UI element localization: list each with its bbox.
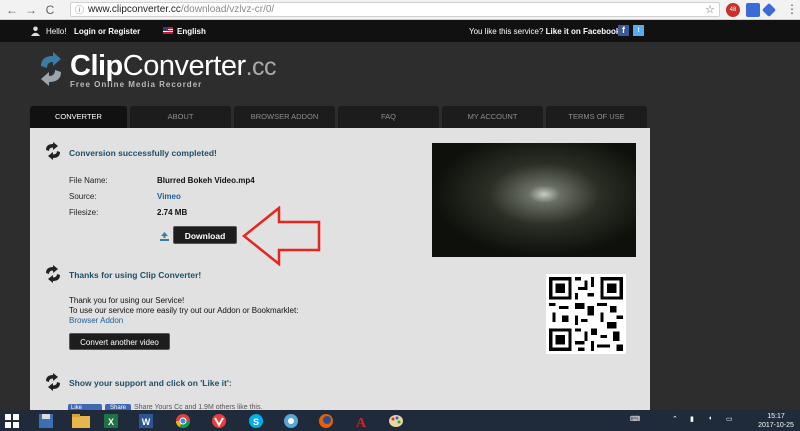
thanks-arrows-icon	[44, 265, 62, 283]
logo-tagline: Free Online Media Recorder	[70, 80, 202, 89]
firefox-icon[interactable]	[315, 411, 337, 431]
file-explorer-icon[interactable]	[70, 411, 92, 431]
user-icon	[31, 26, 40, 36]
svg-text:W: W	[142, 417, 151, 427]
file-name-label: File Name:	[69, 176, 108, 185]
twitter-icon[interactable]: t	[633, 25, 644, 36]
support-arrows-icon	[44, 373, 62, 391]
excel-icon[interactable]: X	[100, 411, 122, 431]
support-title: Show your support and click on 'Like it'…	[69, 378, 232, 388]
language-selector[interactable]: English	[177, 27, 206, 36]
tab-terms-of-use[interactable]: TERMS OF USE	[546, 106, 647, 128]
video-thumbnail[interactable]	[432, 143, 636, 257]
like-prompt: You like this service? Like it on Facebo…	[469, 27, 623, 36]
source-link[interactable]: Vimeo	[157, 192, 181, 201]
url-host: www.clipconverter.cc	[88, 4, 181, 15]
main-content: Conversion successfully completed! File …	[30, 128, 650, 410]
logo-arrows-icon	[37, 52, 65, 86]
chevron-up-icon[interactable]: ⌃	[672, 415, 678, 423]
logo[interactable]: ClipConverter.cc	[70, 50, 276, 83]
source-label: Source:	[69, 192, 97, 201]
address-bar[interactable]: ⓘ www.clipconverter.cc /download/vzlvz-c…	[70, 2, 720, 17]
bookmark-star-icon[interactable]: ☆	[705, 3, 715, 16]
back-icon[interactable]: ←	[5, 3, 19, 17]
greeting: Hello!	[46, 27, 66, 36]
browser-menu-icon[interactable]: ⋮	[786, 2, 798, 16]
convert-another-button[interactable]: Convert another video	[69, 333, 170, 350]
url-path: /download/vzlvz-cr/0/	[181, 4, 274, 15]
reload-icon[interactable]: C	[43, 3, 57, 17]
tab-about[interactable]: ABOUT	[130, 106, 231, 128]
qr-code	[546, 274, 626, 354]
acrobat-icon[interactable]: A	[350, 411, 372, 431]
tab-my-account[interactable]: MY ACCOUNT	[442, 106, 543, 128]
skype-icon[interactable]: S	[245, 411, 267, 431]
volume-icon[interactable]: ◖	[708, 415, 712, 422]
facebook-icon[interactable]: f	[618, 25, 629, 36]
extension-icon[interactable]	[746, 3, 760, 17]
site-topbar: Hello! Login or Register English You lik…	[0, 20, 800, 42]
filesize-value: 2.74 MB	[157, 208, 187, 217]
filesize-label: Filesize:	[69, 208, 98, 217]
red-arrow-annotation	[242, 206, 322, 266]
windows-taskbar: X W S A ⌨ ⌃ ▮ ◖ ▭ 15:17 2017-10-25	[0, 410, 800, 431]
page-info-icon[interactable]: ⓘ	[75, 3, 84, 16]
forward-icon[interactable]: →	[24, 3, 38, 17]
keyboard-icon[interactable]: ⌨	[630, 415, 640, 423]
conversion-status-title: Conversion successfully completed!	[69, 148, 217, 158]
conversion-arrows-icon	[44, 142, 62, 160]
svg-text:S: S	[253, 417, 259, 427]
thanks-title: Thanks for using Clip Converter!	[69, 270, 201, 280]
network-icon[interactable]: ▮	[690, 415, 694, 423]
tab-browser-addon[interactable]: BROWSER ADDON	[234, 106, 335, 128]
adblock-extension-icon[interactable]: 48	[726, 3, 740, 17]
browser-addon-link[interactable]: Browser Addon	[69, 316, 298, 326]
tab-converter[interactable]: CONVERTER	[30, 106, 127, 128]
download-icon	[160, 232, 169, 241]
word-icon[interactable]: W	[135, 411, 157, 431]
paint-icon[interactable]	[385, 411, 407, 431]
battery-icon[interactable]: ▭	[726, 415, 733, 423]
download-button[interactable]: Download	[173, 226, 237, 244]
vivaldi-icon[interactable]	[208, 411, 230, 431]
svg-text:A: A	[356, 416, 367, 431]
chrome-icon[interactable]	[172, 411, 194, 431]
save-floppy-icon[interactable]	[35, 411, 57, 431]
system-clock[interactable]: 15:17 2017-10-25	[756, 412, 796, 430]
login-register-link[interactable]: Login or Register	[74, 27, 140, 36]
windows-start-icon[interactable]	[5, 414, 19, 428]
tab-faq[interactable]: FAQ	[338, 106, 439, 128]
site-header: ClipConverter.cc Free Online Media Recor…	[0, 42, 800, 104]
like-facebook-link[interactable]: Like it on Facebook!	[546, 27, 623, 36]
extension-diamond-icon[interactable]	[762, 3, 776, 17]
chrome-canary-icon[interactable]	[280, 411, 302, 431]
svg-text:X: X	[108, 417, 114, 427]
thanks-paragraph: Thank you for using our Service! To use …	[69, 296, 298, 326]
us-flag-icon	[163, 27, 173, 34]
file-name-value: Blurred Bokeh Video.mp4	[157, 176, 255, 185]
main-nav-tabs: CONVERTER ABOUT BROWSER ADDON FAQ MY ACC…	[30, 106, 650, 128]
browser-toolbar: ← → C ⓘ www.clipconverter.cc /download/v…	[0, 0, 800, 20]
